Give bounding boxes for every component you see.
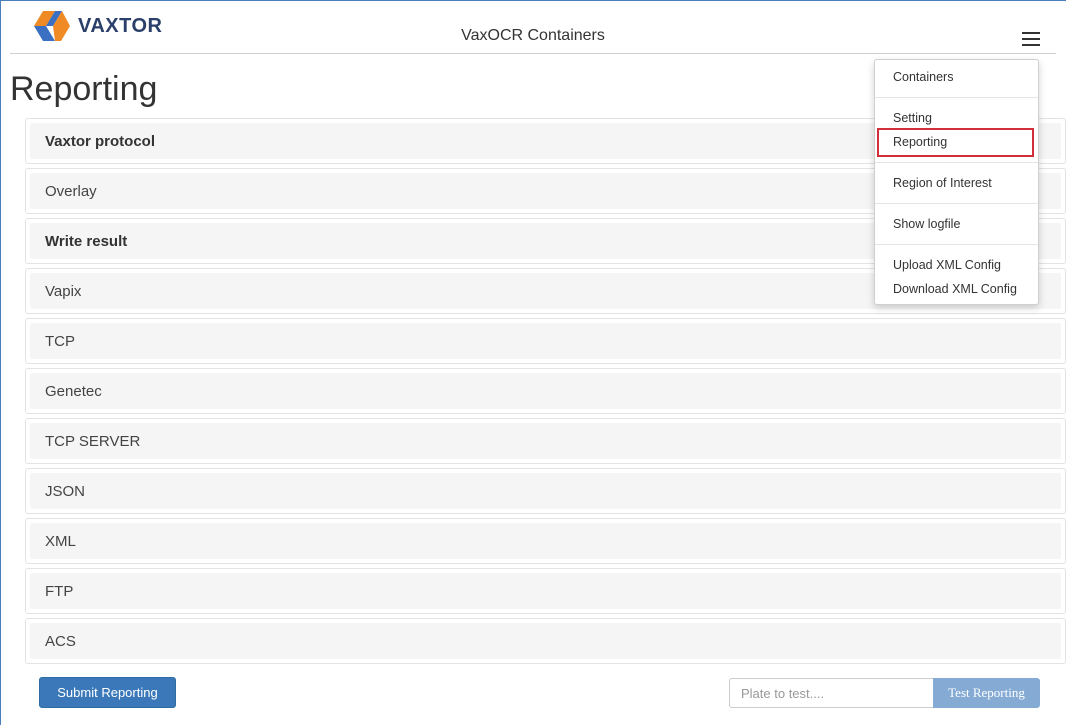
test-reporting-button[interactable]: Test Reporting: [933, 678, 1040, 708]
section-genetec[interactable]: Genetec: [25, 368, 1066, 414]
section-tcp-server[interactable]: TCP SERVER: [25, 418, 1066, 464]
navbar: VAXTOR VaxOCR Containers: [10, 0, 1056, 54]
menu-item-upload-xml-config[interactable]: Upload XML Config: [893, 258, 1001, 272]
section-label: Genetec: [30, 373, 1061, 409]
section-ftp[interactable]: FTP: [25, 568, 1066, 614]
app-title: VaxOCR Containers: [461, 27, 605, 44]
menu-item-containers[interactable]: Containers: [893, 70, 953, 84]
menu-divider: [875, 244, 1038, 245]
section-acs[interactable]: ACS: [25, 618, 1066, 664]
section-label: JSON: [30, 473, 1061, 509]
submit-reporting-button[interactable]: Submit Reporting: [39, 677, 176, 708]
section-label: TCP: [30, 323, 1061, 359]
section-label: TCP SERVER: [30, 423, 1061, 459]
section-tcp[interactable]: TCP: [25, 318, 1066, 364]
hamburger-icon[interactable]: [1022, 32, 1040, 46]
section-label: FTP: [30, 573, 1061, 609]
section-label: XML: [30, 523, 1061, 559]
menu-item-region-of-interest[interactable]: Region of Interest: [893, 176, 992, 190]
section-json[interactable]: JSON: [25, 468, 1066, 514]
section-xml[interactable]: XML: [25, 518, 1066, 564]
section-label: ACS: [30, 623, 1061, 659]
menu-item-download-xml-config[interactable]: Download XML Config: [893, 282, 1017, 296]
menu-divider: [875, 203, 1038, 204]
menu-item-setting[interactable]: Setting: [893, 111, 932, 125]
plate-test-input[interactable]: [729, 678, 934, 708]
navigation-menu: Containers Setting Reporting Region of I…: [874, 59, 1039, 305]
menu-divider: [875, 162, 1038, 163]
menu-item-show-logfile[interactable]: Show logfile: [893, 217, 960, 231]
menu-divider: [875, 97, 1038, 98]
menu-item-reporting[interactable]: Reporting: [893, 135, 947, 149]
page-title: Reporting: [10, 70, 158, 108]
